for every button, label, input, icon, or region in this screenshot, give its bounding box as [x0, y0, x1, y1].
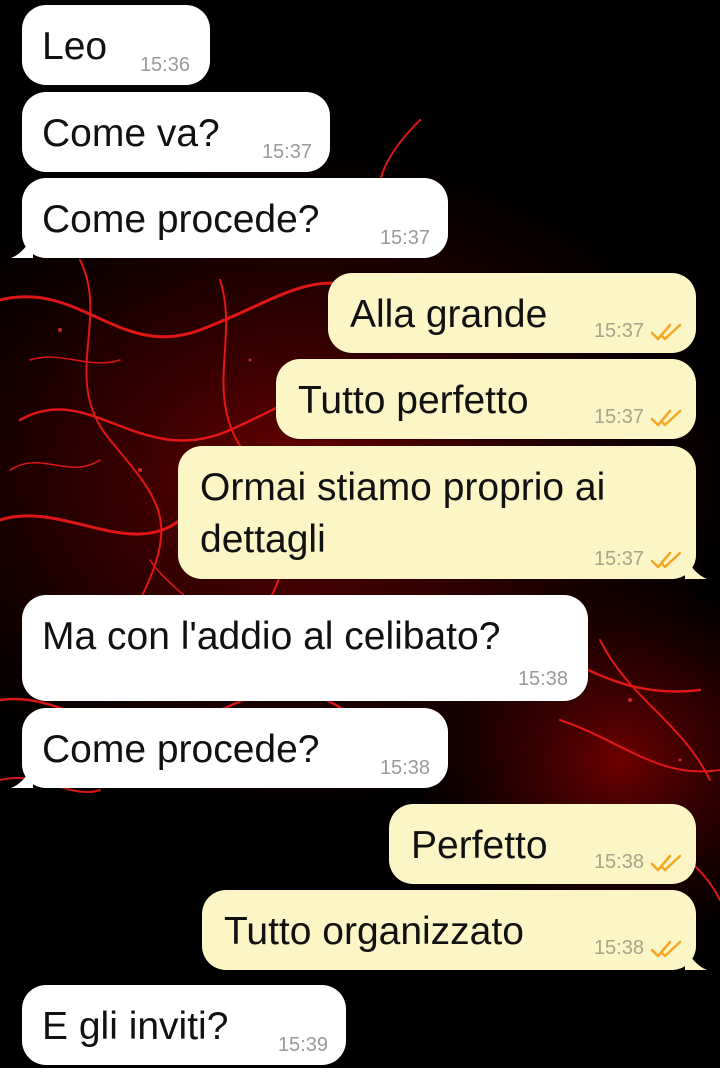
message-status: 15:37 — [594, 406, 684, 429]
message-time: 15:36 — [139, 54, 190, 76]
message-time: 15:37 — [593, 548, 644, 570]
message-status: 15:37 — [594, 320, 684, 343]
message-time: 15:38 — [593, 937, 644, 959]
bubble-tail — [685, 948, 707, 970]
incoming-message[interactable]: Come procede? 15:37 — [11, 178, 448, 258]
incoming-message[interactable]: Ma con l'addio al celibato? 15:38 — [22, 595, 588, 701]
message-time: 15:38 — [517, 668, 568, 690]
message-text: E gli inviti? — [42, 1005, 229, 1048]
message-text: Tutto organizzato — [224, 910, 524, 953]
incoming-message[interactable]: E gli inviti? 15:39 — [22, 985, 346, 1065]
message-status: 15:38 — [594, 851, 684, 874]
message-time: 15:37 — [379, 227, 430, 249]
incoming-message[interactable]: Come va? 15:37 — [22, 92, 330, 172]
message-time: 15:37 — [593, 406, 644, 428]
message-status: 15:37 — [594, 548, 684, 571]
bubble-tail — [11, 236, 33, 258]
double-check-icon — [650, 854, 682, 871]
message-text: Perfetto — [411, 824, 548, 867]
bubble-tail — [685, 557, 707, 579]
message-time: 15:38 — [379, 757, 430, 779]
message-time: 15:39 — [277, 1034, 328, 1056]
message-status: 15:38 — [594, 937, 684, 960]
message-text: Ma con l'addio al celibato? — [42, 615, 501, 658]
outgoing-message[interactable]: Perfetto 15:38 — [389, 804, 696, 884]
message-text: Come va? — [42, 112, 220, 155]
incoming-message[interactable]: Come procede? 15:38 — [11, 708, 448, 788]
message-time: 15:37 — [593, 320, 644, 342]
message-text: Tutto perfetto — [298, 379, 529, 422]
double-check-icon — [650, 551, 682, 568]
message-text: Leo — [42, 25, 108, 68]
double-check-icon — [650, 323, 682, 340]
double-check-icon — [650, 409, 682, 426]
outgoing-message[interactable]: Ormai stiamo proprio ai dettagli 15:37 — [178, 446, 707, 579]
message-list: Leo 15:36 Come va? 15:37 Come procede? 1… — [0, 0, 720, 1068]
message-text: Come procede? — [42, 728, 320, 771]
message-text: Alla grande — [350, 293, 548, 336]
incoming-message[interactable]: Leo 15:36 — [22, 5, 210, 85]
bubble-tail — [11, 766, 33, 788]
message-text: Come procede? — [42, 198, 320, 241]
outgoing-message[interactable]: Tutto perfetto 15:37 — [276, 359, 696, 439]
outgoing-message[interactable]: Tutto organizzato 15:38 — [202, 890, 707, 970]
message-time: 15:38 — [593, 851, 644, 873]
double-check-icon — [650, 940, 682, 957]
outgoing-message[interactable]: Alla grande 15:37 — [328, 273, 696, 353]
message-time: 15:37 — [261, 141, 312, 163]
